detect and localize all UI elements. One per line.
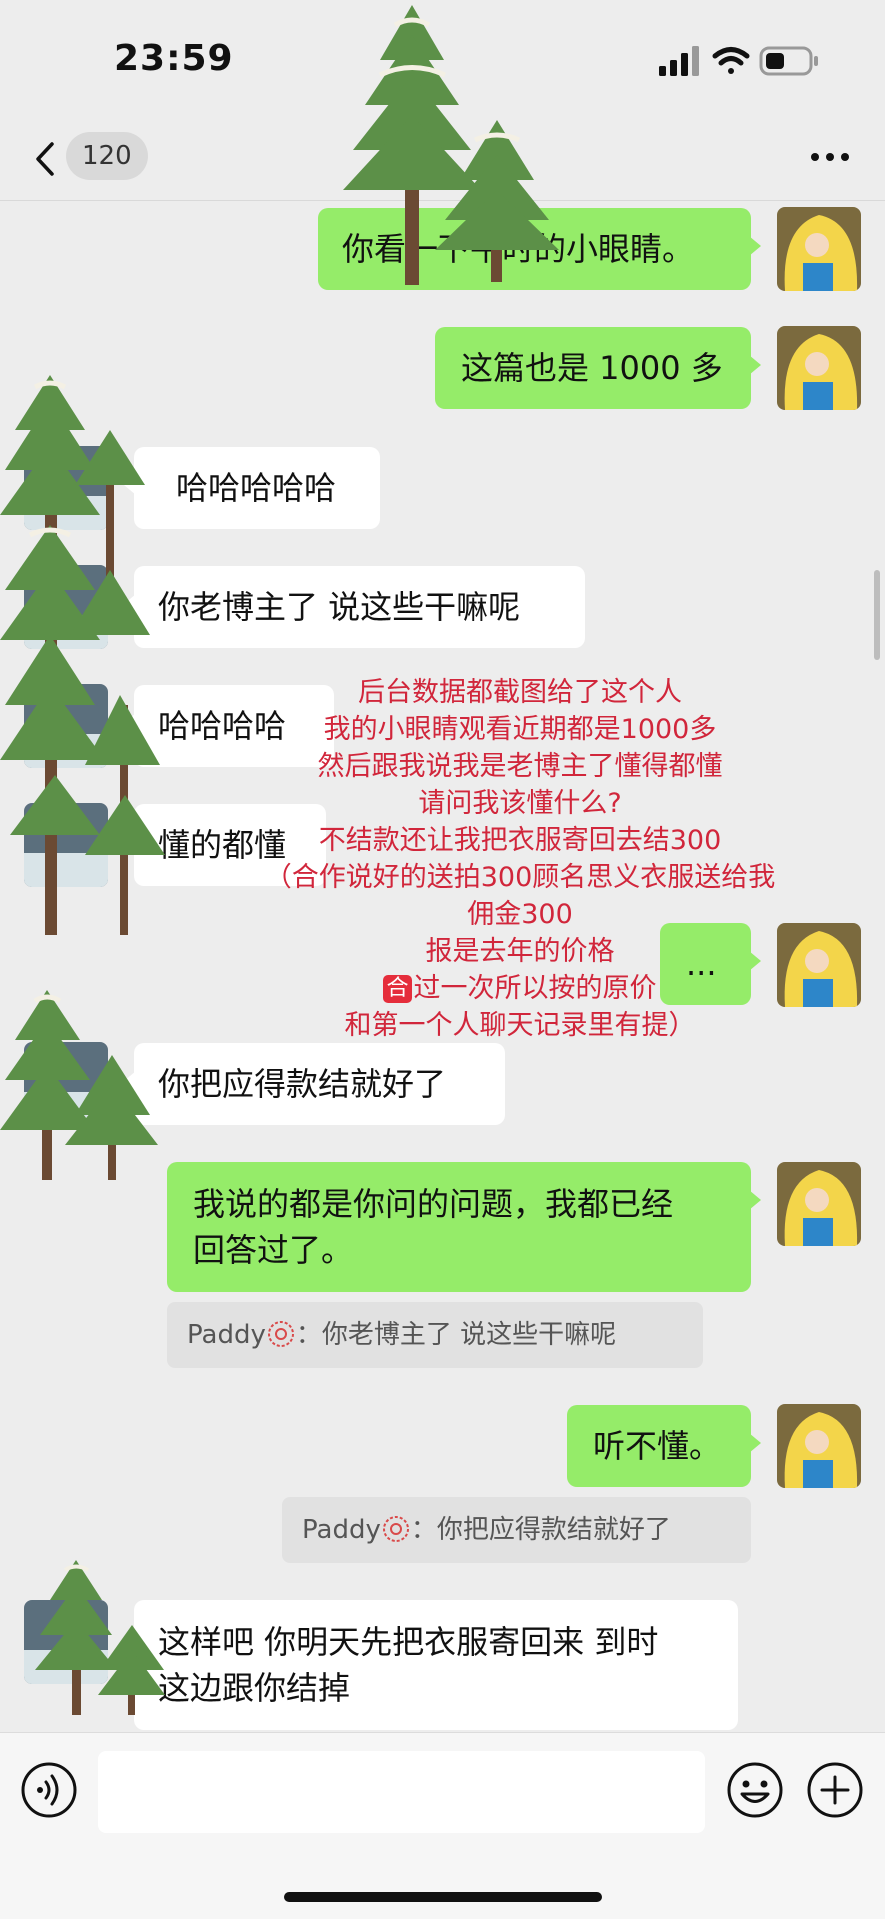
annotation-line: 过一次所以按的原价 — [413, 973, 657, 1004]
message-text: 回答过了。 — [193, 1231, 354, 1269]
quote-text: ：你把应得款结就好了 — [410, 1515, 671, 1545]
quote-sender: Paddy — [187, 1320, 266, 1350]
my-avatar[interactable] — [777, 326, 861, 410]
quoted-message[interactable]: Paddy ：你老博主了 说这些干嘛呢 — [167, 1302, 703, 1368]
annotation-line: 不结款还让我把衣服寄回去结300 — [318, 825, 722, 856]
message-bubble-outgoing[interactable]: 我说的都是你问的问题，我都已经 回答过了。 — [167, 1162, 761, 1292]
plus-icon — [807, 1762, 863, 1818]
my-avatar[interactable] — [777, 207, 861, 291]
annotation-line: 我的小眼睛观看近期都是1000多 — [323, 714, 717, 745]
annotation-line: 然后跟我说我是老博主了懂得都懂 — [317, 751, 723, 782]
battery-icon — [759, 46, 818, 76]
my-avatar[interactable] — [777, 1404, 861, 1488]
message-text-input[interactable] — [98, 1751, 705, 1833]
message-text: 这篇也是 1000 多 — [461, 349, 723, 387]
message-text: 听不懂。 — [593, 1427, 722, 1465]
he-emoji-badge: 合 — [383, 975, 412, 1003]
unread-count-badge[interactable]: 120 — [66, 132, 148, 180]
message-text: 你老博主了 说这些干嘛呢 — [158, 588, 521, 626]
red-flower-emoji-icon — [267, 1321, 294, 1347]
message-text: 你把应得款结就好了 — [158, 1065, 447, 1103]
annotation-line: 和第一个人聊天记录里有提） — [344, 1010, 696, 1041]
wifi-icon — [712, 47, 750, 74]
message-input-bar — [0, 1732, 885, 1919]
emoji-button[interactable] — [726, 1761, 784, 1819]
red-flower-emoji-icon — [382, 1516, 409, 1542]
message-bubble-outgoing[interactable]: 这篇也是 1000 多 — [435, 327, 761, 409]
home-indicator[interactable] — [284, 1892, 602, 1902]
annotation-line: 报是去年的价格 — [425, 936, 615, 967]
voice-icon — [21, 1762, 77, 1818]
message-text: 哈哈哈哈哈 — [176, 469, 337, 507]
signal-icon — [659, 46, 699, 76]
scroll-indicator[interactable] — [874, 570, 880, 660]
more-options-button[interactable] — [805, 142, 855, 172]
message-bubble-incoming[interactable]: 哈哈哈哈哈 — [124, 447, 380, 529]
smiley-icon — [727, 1762, 783, 1818]
status-icons — [659, 44, 819, 84]
annotation-line: 佣金300 — [467, 899, 573, 930]
annotation-line: 后台数据都截图给了这个人 — [358, 677, 682, 708]
my-avatar[interactable] — [777, 1162, 861, 1246]
quoted-message[interactable]: Paddy ：你把应得款结就好了 — [282, 1497, 751, 1563]
annotation-line-with-badge: 合过一次所以按的原价 — [200, 970, 840, 1007]
tree-sticker-icon — [0, 375, 165, 935]
annotation-line: 请问我该懂什么? — [418, 788, 622, 819]
message-text: 我说的都是你问的问题，我都已经 — [193, 1185, 674, 1223]
more-functions-button[interactable] — [806, 1761, 864, 1819]
quote-sender: Paddy — [302, 1515, 381, 1545]
message-bubble-incoming[interactable]: 你把应得款结就好了 — [124, 1043, 505, 1125]
message-bubble-outgoing[interactable]: 听不懂。 — [567, 1405, 761, 1487]
message-text: 这样吧 你明天先把衣服寄回来 到时 — [158, 1623, 659, 1661]
tree-sticker-icon — [343, 5, 559, 285]
voice-input-button[interactable] — [20, 1761, 78, 1819]
ellipsis-icon — [811, 153, 849, 161]
message-bubble-incoming[interactable]: 这样吧 你明天先把衣服寄回来 到时 这边跟你结掉 — [124, 1600, 738, 1730]
message-bubble-incoming[interactable]: 你老博主了 说这些干嘛呢 — [124, 566, 585, 648]
tree-sticker-icon — [0, 990, 158, 1180]
red-text-annotation: 后台数据都截图给了这个人 我的小眼睛观看近期都是1000多 然后跟我说我是老博主… — [200, 674, 840, 1044]
message-text: 这边跟你结掉 — [158, 1669, 351, 1707]
back-button[interactable] — [28, 134, 68, 184]
quote-text: ：你老博主了 说这些干嘛呢 — [295, 1320, 617, 1350]
annotation-line: （合作说好的送拍300顾名思义衣服送给我 — [264, 862, 776, 893]
tree-sticker-icon — [35, 1560, 165, 1715]
status-time: 23:59 — [114, 38, 234, 79]
chevron-left-icon — [36, 142, 54, 176]
